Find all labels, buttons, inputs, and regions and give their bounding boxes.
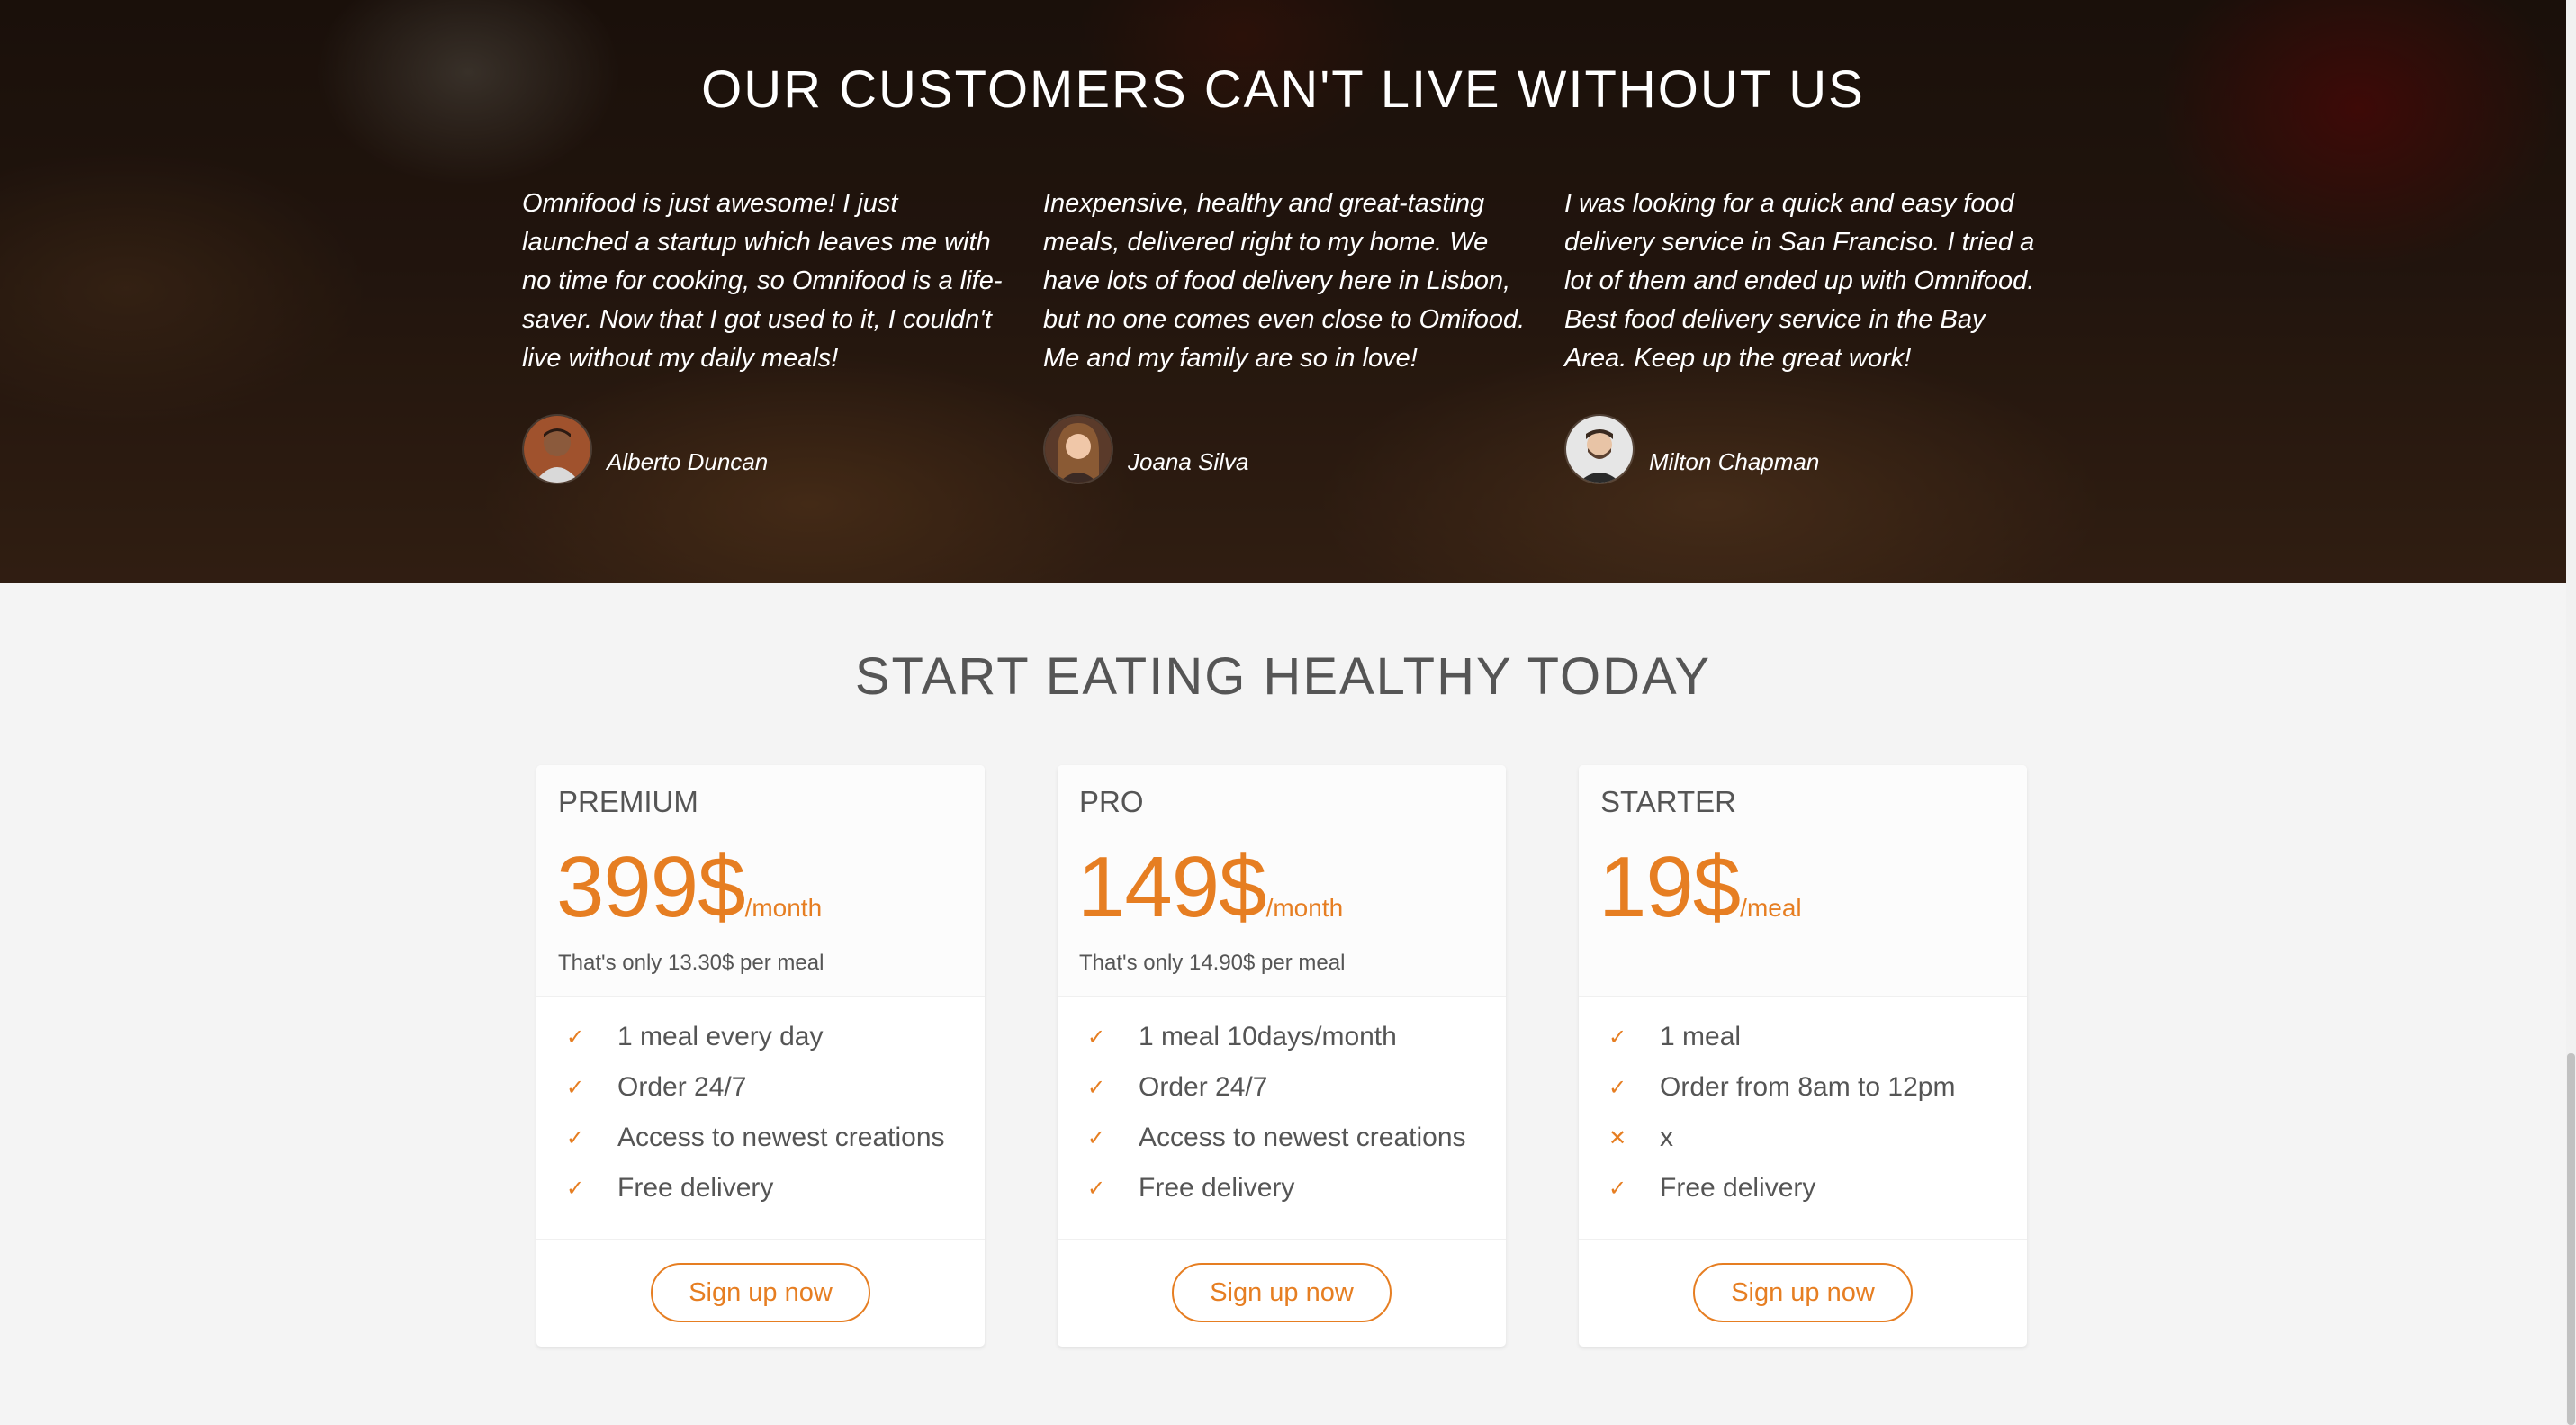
feature-item: ✓ Access to newest creations — [565, 1113, 985, 1163]
testimonial-author: Alberto Duncan — [522, 414, 768, 484]
plan-card-premium: PREMIUM 399$/month That's only 13.30$ pe… — [536, 765, 985, 1347]
feature-item: ✓ 1 meal every day — [565, 1012, 985, 1062]
price-amount: 19$ — [1599, 839, 1741, 935]
price-unit: /meal — [1740, 894, 1802, 922]
plan-header: PREMIUM 399$/month That's only 13.30$ pe… — [536, 765, 985, 997]
signup-button[interactable]: Sign up now — [651, 1263, 870, 1322]
plan-name: PREMIUM — [558, 785, 698, 818]
feature-text: 1 meal every day — [617, 1022, 824, 1051]
testimonials-section: OUR CUSTOMERS CAN'T LIVE WITHOUT US Omni… — [0, 0, 2566, 583]
feature-text: Free delivery — [1139, 1173, 1295, 1203]
feature-text: 1 meal — [1660, 1022, 1742, 1051]
plan-card-starter: STARTER 19$/meal ✓ 1 meal ✓ Order from 8am… — [1579, 765, 2027, 1347]
avatar — [1564, 414, 1635, 484]
plan-note: That's only 13.30$ per meal — [558, 951, 824, 975]
feature-text: Access to newest creations — [617, 1123, 945, 1152]
price-amount: 399$ — [556, 839, 746, 935]
checkmark-icon: ✓ — [1608, 1075, 1627, 1100]
feature-item: ✓ Free delivery — [1086, 1163, 1506, 1213]
feature-item: ✓ 1 meal 10days/month — [1086, 1012, 1506, 1062]
feature-item: ✓ Order from 8am to 12pm — [1608, 1062, 2027, 1113]
plan-card-pro: PRO 149$/month That's only 14.90$ per me… — [1058, 765, 1506, 1347]
feature-item: ✓ Order 24/7 — [565, 1062, 985, 1113]
plan-features: ✓ 1 meal every day ✓ Order 24/7 ✓ Access to… — [536, 997, 985, 1240]
testimonial-quote: I was looking for a quick and easy food … — [1564, 189, 2035, 373]
checkmark-icon: ✓ — [1608, 1024, 1627, 1050]
plan-features: ✓ 1 meal 10days/month ✓ Order 24/7 ✓ Access… — [1058, 997, 1506, 1240]
feature-item: ✓ Free delivery — [1608, 1163, 2027, 1213]
plans-title: START EATING HEALTHY TODAY — [854, 647, 1712, 706]
checkmark-icon: ✓ — [1086, 1125, 1106, 1150]
page-scrollbar[interactable] — [2566, 0, 2576, 1425]
feature-text: Order 24/7 — [617, 1072, 747, 1102]
plan-footer: Sign up now — [536, 1240, 985, 1345]
testimonial-quote: Omnifood is just awesome! I just launche… — [522, 189, 1003, 373]
testimonial-3: I was looking for a quick and easy food … — [1564, 185, 2050, 484]
feature-item: ✓ Access to newest creations — [1086, 1113, 1506, 1163]
price-amount: 149$ — [1077, 839, 1267, 935]
author-name: Joana Silva — [1128, 447, 1249, 475]
testimonials-title: OUR CUSTOMERS CAN'T LIVE WITHOUT US — [701, 60, 1865, 119]
price-unit: /month — [744, 894, 823, 922]
testimonial-author: Joana Silva — [1043, 414, 1248, 484]
cross-icon: ✕ — [1608, 1125, 1627, 1150]
feature-item: ✓ Order 24/7 — [1086, 1062, 1506, 1113]
plan-header: PRO 149$/month That's only 14.90$ per me… — [1058, 765, 1506, 997]
feature-text: Free delivery — [617, 1173, 774, 1203]
author-name: Alberto Duncan — [607, 447, 769, 475]
testimonial-1: Omnifood is just awesome! I just launche… — [522, 185, 1008, 484]
plan-name: PRO — [1079, 785, 1144, 818]
avatar — [522, 414, 592, 484]
checkmark-icon: ✓ — [565, 1176, 585, 1201]
plan-price: 19$/meal — [1599, 844, 1802, 931]
checkmark-icon: ✓ — [1086, 1024, 1106, 1050]
plan-price: 399$/month — [556, 844, 822, 931]
feature-item: ✓ Free delivery — [565, 1163, 985, 1213]
plan-footer: Sign up now — [1579, 1240, 2027, 1345]
feature-text: x — [1660, 1123, 1673, 1152]
plan-footer: Sign up now — [1058, 1240, 1506, 1345]
signup-button[interactable]: Sign up now — [1693, 1263, 1913, 1322]
checkmark-icon: ✓ — [1086, 1176, 1106, 1201]
feature-text: Order from 8am to 12pm — [1660, 1072, 1956, 1102]
plan-features: ✓ 1 meal ✓ Order from 8am to 12pm ✕ x ✓ Free… — [1579, 997, 2027, 1240]
feature-text: Order 24/7 — [1139, 1072, 1268, 1102]
feature-text: Access to newest creations — [1139, 1123, 1466, 1152]
avatar — [1043, 414, 1113, 484]
scrollbar-thumb[interactable] — [2567, 1053, 2575, 1425]
testimonial-author: Milton Chapman — [1564, 414, 1819, 484]
signup-button[interactable]: Sign up now — [1172, 1263, 1392, 1322]
plan-note: That's only 14.90$ per meal — [1079, 951, 1346, 975]
feature-text: 1 meal 10days/month — [1139, 1022, 1397, 1051]
testimonial-2: Inexpensive, healthy and great-tasting m… — [1043, 185, 1529, 484]
checkmark-icon: ✓ — [1086, 1075, 1106, 1100]
price-unit: /month — [1265, 894, 1344, 922]
feature-item: ✓ 1 meal — [1608, 1012, 2027, 1062]
testimonial-quote: Inexpensive, healthy and great-tasting m… — [1043, 189, 1526, 373]
plan-header: STARTER 19$/meal — [1579, 765, 2027, 997]
checkmark-icon: ✓ — [565, 1125, 585, 1150]
author-name: Milton Chapman — [1649, 447, 1820, 475]
feature-text: Free delivery — [1660, 1173, 1816, 1203]
checkmark-icon: ✓ — [565, 1075, 585, 1100]
plan-name: STARTER — [1600, 785, 1736, 818]
feature-item: ✕ x — [1608, 1113, 2027, 1163]
checkmark-icon: ✓ — [565, 1024, 585, 1050]
checkmark-icon: ✓ — [1608, 1176, 1627, 1201]
plan-price: 149$/month — [1077, 844, 1343, 931]
